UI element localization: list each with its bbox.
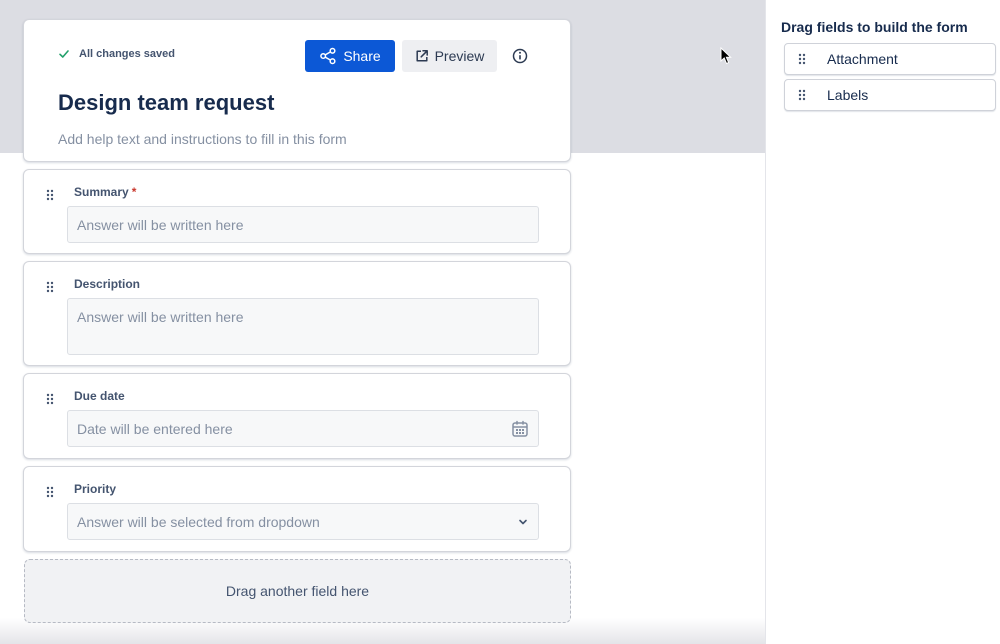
field-label-summary: Summary * bbox=[74, 185, 136, 199]
summary-answer-input[interactable] bbox=[67, 206, 539, 243]
field-card-due-date[interactable]: Due date Date will be entered here bbox=[23, 373, 571, 459]
palette-item-label: Labels bbox=[827, 87, 869, 103]
palette-item-attachment[interactable]: Attachment bbox=[784, 43, 996, 75]
chevron-down-icon[interactable] bbox=[517, 516, 529, 528]
required-marker: * bbox=[131, 185, 137, 199]
drag-handle-icon[interactable] bbox=[45, 392, 55, 406]
share-icon bbox=[320, 47, 336, 65]
drag-handle-icon bbox=[797, 52, 807, 66]
field-card-summary[interactable]: Summary * bbox=[23, 169, 571, 254]
mouse-cursor-icon bbox=[720, 47, 732, 65]
share-button[interactable]: Share bbox=[305, 40, 395, 72]
field-label-due-date: Due date bbox=[74, 389, 125, 403]
drop-zone-label: Drag another field here bbox=[225, 583, 370, 599]
calendar-icon[interactable] bbox=[511, 420, 529, 438]
drag-handle-icon[interactable] bbox=[45, 280, 55, 294]
preview-button[interactable]: Preview bbox=[402, 40, 497, 72]
priority-dropdown[interactable]: Answer will be selected from dropdown bbox=[67, 503, 539, 540]
external-link-icon bbox=[416, 50, 428, 62]
form-title[interactable]: Design team request bbox=[58, 90, 274, 116]
palette-item-labels[interactable]: Labels bbox=[784, 79, 996, 111]
save-status-text: All changes saved bbox=[79, 48, 175, 60]
drag-handle-icon[interactable] bbox=[45, 188, 55, 202]
palette-item-label: Attachment bbox=[827, 51, 898, 67]
field-label-priority: Priority bbox=[74, 482, 117, 496]
palette-title: Drag fields to build the form bbox=[781, 19, 968, 35]
form-header-card: All changes saved Share Preview Design t… bbox=[23, 19, 571, 162]
field-label-text: Summary bbox=[74, 185, 129, 199]
share-button-label: Share bbox=[343, 48, 381, 64]
drop-zone[interactable]: Drag another field here bbox=[24, 559, 571, 623]
priority-placeholder: Answer will be selected from dropdown bbox=[77, 513, 320, 530]
field-card-description[interactable]: Description bbox=[23, 261, 571, 366]
drag-handle-icon[interactable] bbox=[45, 485, 55, 499]
due-date-placeholder: Date will be entered here bbox=[77, 420, 233, 437]
help-text-placeholder[interactable]: Add help text and instructions to fill i… bbox=[58, 131, 347, 147]
field-palette-panel: Drag fields to build the form Attachment… bbox=[765, 0, 1000, 644]
field-label-description: Description bbox=[74, 277, 141, 291]
description-answer-textarea[interactable] bbox=[67, 298, 539, 355]
check-icon bbox=[59, 50, 69, 58]
info-button[interactable] bbox=[510, 46, 530, 66]
drag-handle-icon bbox=[797, 88, 807, 102]
save-status: All changes saved bbox=[58, 48, 175, 60]
preview-button-label: Preview bbox=[434, 48, 485, 64]
due-date-input[interactable]: Date will be entered here bbox=[67, 410, 539, 447]
info-icon bbox=[512, 48, 528, 64]
field-card-priority[interactable]: Priority Answer will be selected from dr… bbox=[23, 466, 571, 552]
